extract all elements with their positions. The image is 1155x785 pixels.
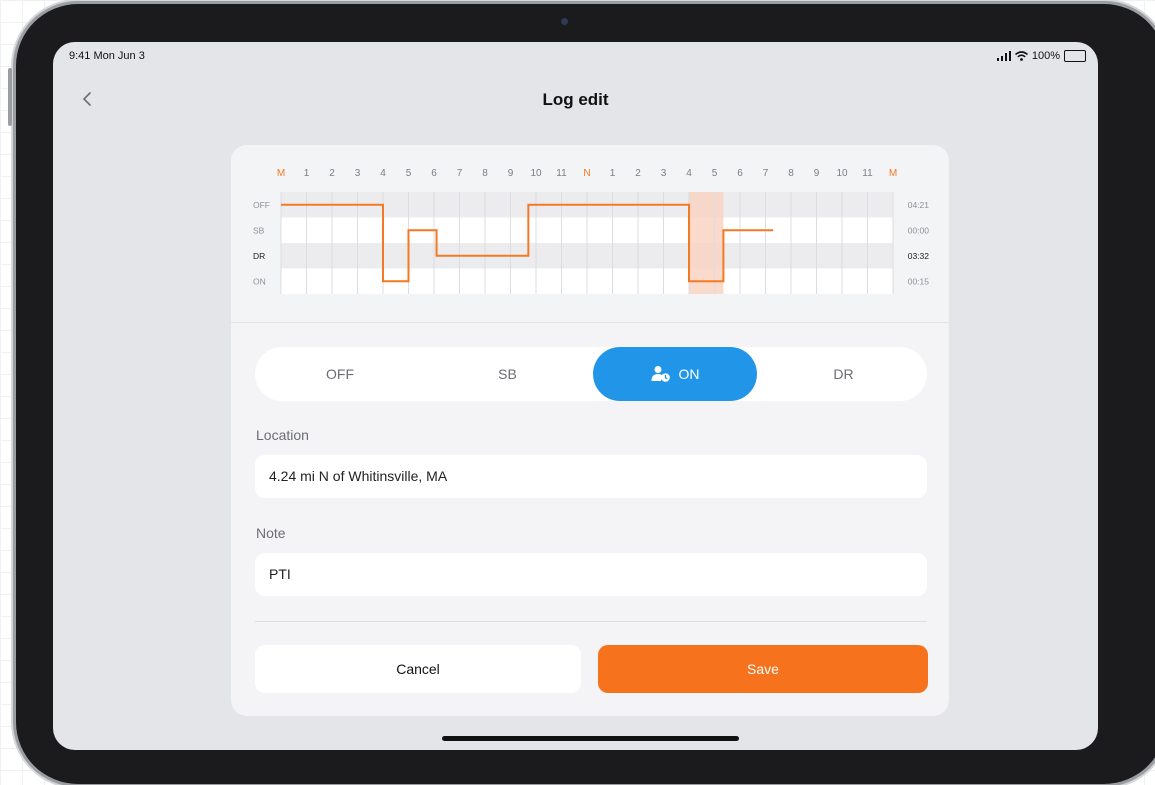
- battery-percent: 100%: [1031, 50, 1060, 62]
- hour-label: 5: [712, 168, 718, 179]
- save-button[interactable]: Save: [598, 645, 928, 693]
- hour-label: M: [277, 168, 285, 179]
- hour-label: 9: [814, 168, 820, 179]
- hour-label: 6: [737, 168, 743, 179]
- screen: 9:41 Mon Jun 3 100% Log edit M 1 2 3 4 5 6 7 8 9 1…: [53, 42, 1098, 750]
- chart-highlight: [689, 192, 724, 294]
- status-option-on[interactable]: ON: [593, 347, 757, 401]
- hour-label: 1: [610, 168, 616, 179]
- cancel-button[interactable]: Cancel: [255, 645, 581, 693]
- hour-label: N: [583, 168, 590, 179]
- status-option-sb-label: SB: [498, 366, 517, 382]
- hour-label: 4: [380, 168, 386, 179]
- hour-label: 2: [329, 168, 335, 179]
- status-time: 9:41 Mon Jun 3: [69, 50, 145, 62]
- hour-label: 7: [763, 168, 769, 179]
- hour-label: 3: [661, 168, 667, 179]
- signal-icon: [996, 51, 1011, 61]
- hour-label: M: [889, 168, 897, 179]
- hour-label: 4: [686, 168, 692, 179]
- hour-label: 5: [406, 168, 412, 179]
- status-option-on-label: ON: [678, 366, 700, 382]
- hour-label: 3: [355, 168, 361, 179]
- status-option-off[interactable]: OFF: [255, 347, 425, 401]
- hour-label: 1: [304, 168, 310, 179]
- hour-label: 11: [862, 168, 873, 179]
- hos-log-chart: M 1 2 3 4 5 6 7 8 9 10 11 N 1 2 3 4 5 6 7 8 9 10 11 M OFF 04:21 SB 0…: [231, 145, 949, 323]
- hour-label: 10: [836, 168, 848, 179]
- status-total: 04:21: [908, 200, 930, 210]
- hour-label: 11: [556, 168, 567, 179]
- hos-log-chart-svg: M 1 2 3 4 5 6 7 8 9 10 11 N 1 2 3 4 5 6 7 8 9 10 11 M OFF 04:21 SB 0…: [253, 168, 930, 294]
- wifi-icon: [1014, 51, 1028, 61]
- duty-status-selector: OFF SB ON DR: [255, 347, 927, 401]
- log-edit-card: M 1 2 3 4 5 6 7 8 9 10 11 N 1 2 3 4 5 6 7 8 9 10 11 M OFF 04:21 SB 0…: [231, 145, 949, 716]
- status-option-sb[interactable]: SB: [425, 347, 590, 401]
- status-row-label: ON: [253, 276, 266, 286]
- status-option-dr[interactable]: DR: [760, 347, 927, 401]
- hour-label: 8: [788, 168, 794, 179]
- location-input[interactable]: 4.24 mi N of Whitinsville, MA: [255, 455, 927, 498]
- note-label: Note: [256, 525, 286, 541]
- hour-label: 6: [431, 168, 437, 179]
- status-row-label: OFF: [253, 200, 270, 210]
- status-option-off-label: OFF: [326, 366, 354, 382]
- location-label: Location: [256, 427, 309, 443]
- page-title: Log edit: [542, 90, 609, 109]
- hour-label: 7: [457, 168, 463, 179]
- note-input[interactable]: PTI: [255, 553, 927, 596]
- status-row-label: SB: [253, 225, 265, 235]
- battery-icon: [1064, 50, 1086, 62]
- status-total: 03:32: [908, 251, 930, 261]
- status-row-label: DR: [253, 251, 265, 261]
- status-total: 00:00: [908, 225, 930, 235]
- status-total: 00:15: [908, 276, 930, 286]
- hour-label: 8: [482, 168, 488, 179]
- person-clock-icon: [651, 366, 670, 382]
- hour-label: 10: [530, 168, 542, 179]
- front-camera: [561, 18, 568, 25]
- divider: [255, 621, 927, 622]
- home-indicator: [442, 736, 739, 741]
- hour-label: 9: [508, 168, 514, 179]
- status-option-dr-label: DR: [833, 366, 854, 382]
- status-indicators: 100%: [996, 50, 1086, 62]
- hour-label: 2: [635, 168, 641, 179]
- volume-button: [8, 68, 12, 126]
